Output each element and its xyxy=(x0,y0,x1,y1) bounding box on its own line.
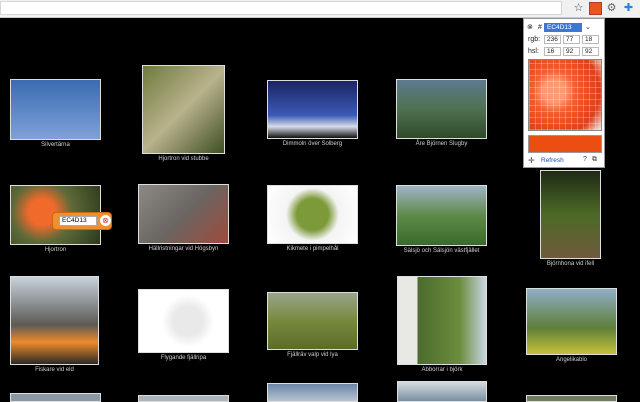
photo-caption[interactable]: Flygande fjällripa xyxy=(138,355,229,361)
crosshair-icon[interactable]: ✛ xyxy=(528,156,535,165)
photo-thumbnail[interactable] xyxy=(396,79,487,139)
photo-thumbnail[interactable] xyxy=(138,289,229,353)
rgb-r-input[interactable]: 236 xyxy=(544,35,561,44)
photo-thumbnail[interactable] xyxy=(138,395,229,402)
dropdown-icon[interactable]: ⌄ xyxy=(585,23,591,33)
photo-thumbnail[interactable] xyxy=(397,381,487,402)
photo-thumbnail[interactable] xyxy=(138,184,229,244)
photo-thumbnail[interactable] xyxy=(267,80,358,139)
photo-thumbnail[interactable] xyxy=(267,185,358,244)
photo-caption[interactable]: Kikmete i pimpelhål xyxy=(267,246,358,252)
photo-thumbnail[interactable] xyxy=(526,288,617,355)
pixel-magnifier xyxy=(528,59,602,131)
photo-caption[interactable]: Fjällräv valp vid lya xyxy=(267,352,358,358)
rgb-label: rgb: xyxy=(528,36,541,43)
hex-input[interactable]: EC4D13 xyxy=(544,23,582,32)
rgb-g-input[interactable]: 77 xyxy=(563,35,580,44)
photo-caption[interactable]: Björnhona vid ifell xyxy=(528,261,613,267)
hsl-label: hsl: xyxy=(528,48,539,55)
photo-thumbnail[interactable] xyxy=(10,276,99,365)
close-icon[interactable]: ⊗ xyxy=(527,23,533,33)
help-icon[interactable]: ? xyxy=(583,156,587,163)
hsl-h-input[interactable]: 16 xyxy=(544,47,561,56)
address-bar[interactable] xyxy=(0,1,562,15)
colorzilla-extension-icon[interactable] xyxy=(589,2,602,15)
photo-thumbnail[interactable] xyxy=(267,383,358,402)
photo-caption[interactable]: Hjortron vid stubbe xyxy=(134,156,233,162)
close-icon[interactable]: ⊗ xyxy=(100,215,111,226)
hsl-s-input[interactable]: 92 xyxy=(563,47,580,56)
photo-caption[interactable]: Angelikablo xyxy=(526,357,617,363)
color-tag-value[interactable]: EC4D13 xyxy=(59,216,97,226)
photo-thumbnail[interactable] xyxy=(540,170,601,259)
photo-thumbnail[interactable] xyxy=(10,79,101,140)
color-tag[interactable]: EC4D13 ⊗ xyxy=(52,212,112,230)
photo-thumbnail[interactable] xyxy=(267,292,358,350)
color-swatch xyxy=(528,135,602,153)
star-icon[interactable]: ☆ xyxy=(572,2,585,15)
photo-caption[interactable]: Fiskare vid eld xyxy=(10,367,99,373)
photo-caption[interactable]: Hjortron xyxy=(10,247,101,253)
photo-thumbnail[interactable] xyxy=(10,393,101,402)
photo-thumbnail[interactable] xyxy=(396,185,487,246)
photo-caption[interactable]: Abborrar i björk xyxy=(397,367,487,373)
rgb-b-input[interactable]: 18 xyxy=(582,35,599,44)
hsl-l-input[interactable]: 92 xyxy=(582,47,599,56)
photo-caption[interactable]: Åre Björnen Slugby xyxy=(396,141,487,147)
copy-icon[interactable]: ⧉ xyxy=(592,156,597,164)
refresh-link[interactable]: Refresh xyxy=(541,157,564,164)
photo-caption[interactable]: Silvertärna xyxy=(10,142,101,148)
photo-caption[interactable]: Dimmoln över Solberg xyxy=(267,141,358,147)
browser-toolbar: ☆ ⚙ ✚ xyxy=(0,0,640,18)
color-picker-popup: ⊗ # EC4D13 ⌄ rgb: 236 77 18 hsl: 16 92 9… xyxy=(523,18,605,168)
puzzle-extension-icon[interactable]: ✚ xyxy=(622,2,635,15)
photo-thumbnail[interactable] xyxy=(142,65,225,154)
photo-caption[interactable]: Sälsjö och Sälsjön västfjället xyxy=(390,248,493,254)
settings-extension-icon[interactable]: ⚙ xyxy=(605,2,618,15)
photo-thumbnail[interactable] xyxy=(397,276,487,365)
photo-thumbnail[interactable] xyxy=(526,395,617,402)
photo-caption[interactable]: Hällristningar vid Högsbyn xyxy=(138,246,229,252)
hex-label: # xyxy=(538,24,542,31)
